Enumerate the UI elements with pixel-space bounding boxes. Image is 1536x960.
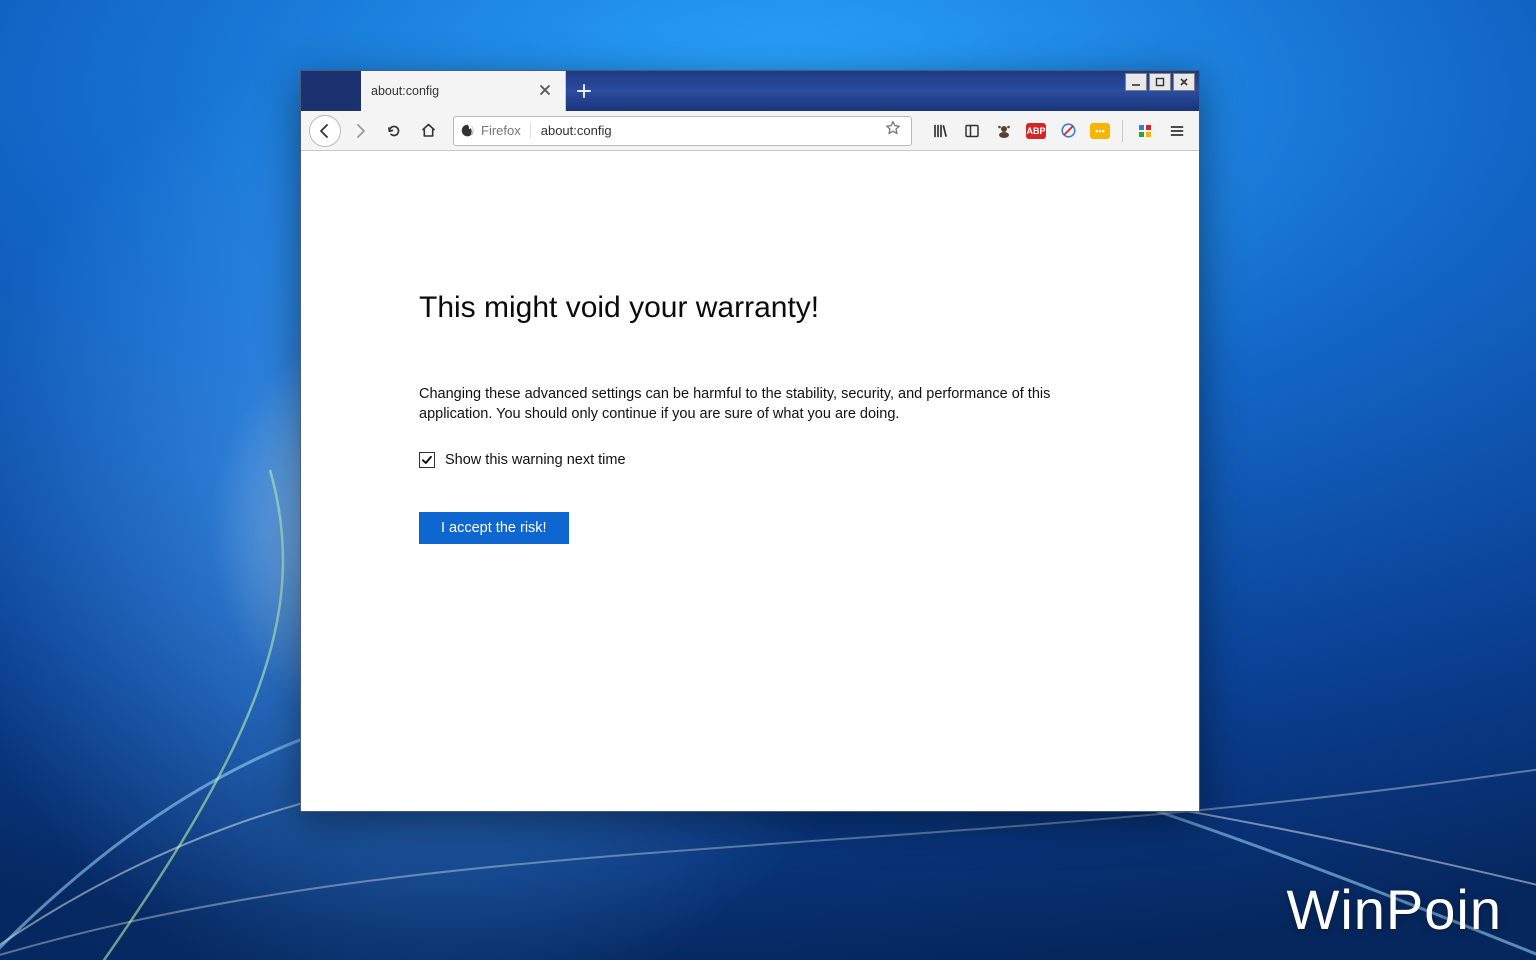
extension-3-icon[interactable] (1131, 117, 1159, 145)
window-controls (1125, 73, 1195, 91)
home-button[interactable] (413, 116, 443, 146)
adblock-plus-icon[interactable]: ABP (1022, 117, 1050, 145)
new-tab-button[interactable] (566, 71, 602, 111)
show-warning-label: Show this warning next time (445, 452, 626, 468)
extension-2-icon[interactable]: ••• (1086, 117, 1114, 145)
menu-button[interactable] (1163, 117, 1191, 145)
library-icon[interactable] (926, 117, 954, 145)
tab-close-button[interactable] (535, 81, 555, 102)
identity-box[interactable]: Firefox (460, 123, 531, 138)
toolbar-separator (1122, 120, 1123, 142)
noscript-icon[interactable] (1054, 117, 1082, 145)
accept-risk-button[interactable]: I accept the risk! (419, 512, 569, 544)
reload-button[interactable] (379, 116, 409, 146)
close-window-button[interactable] (1173, 73, 1195, 91)
forward-button[interactable] (345, 116, 375, 146)
wallpaper-watermark: WinPoin (1286, 877, 1502, 942)
firefox-icon (460, 123, 475, 138)
warning-body: Changing these advanced settings can be … (419, 385, 1079, 424)
url-bar[interactable]: Firefox about:config (453, 116, 912, 146)
show-warning-checkbox[interactable] (419, 452, 435, 468)
url-text: about:config (531, 123, 881, 138)
page-content: This might void your warranty! Changing … (301, 151, 1199, 811)
back-button[interactable] (309, 115, 341, 147)
extension-1-icon[interactable] (990, 117, 1018, 145)
navigation-toolbar: Firefox about:config ABP (301, 111, 1199, 151)
bookmark-star-icon[interactable] (881, 120, 905, 141)
maximize-button[interactable] (1149, 73, 1171, 91)
warning-heading: This might void your warranty! (419, 291, 1199, 325)
tab-title: about:config (371, 84, 535, 98)
titlebar-spacer (301, 71, 361, 111)
checkmark-icon (421, 454, 433, 466)
abp-badge: ABP (1026, 123, 1046, 139)
ext2-badge: ••• (1090, 123, 1110, 139)
titlebar[interactable]: about:config (301, 71, 1199, 111)
sidebar-icon[interactable] (958, 117, 986, 145)
browser-window: about:config (300, 70, 1200, 812)
identity-label: Firefox (481, 123, 521, 138)
desktop-background: about:config (0, 0, 1536, 960)
minimize-button[interactable] (1125, 73, 1147, 91)
toolbar-extensions: ABP ••• (922, 117, 1191, 145)
show-warning-checkbox-row: Show this warning next time (419, 452, 1199, 468)
browser-tab[interactable]: about:config (361, 71, 566, 111)
